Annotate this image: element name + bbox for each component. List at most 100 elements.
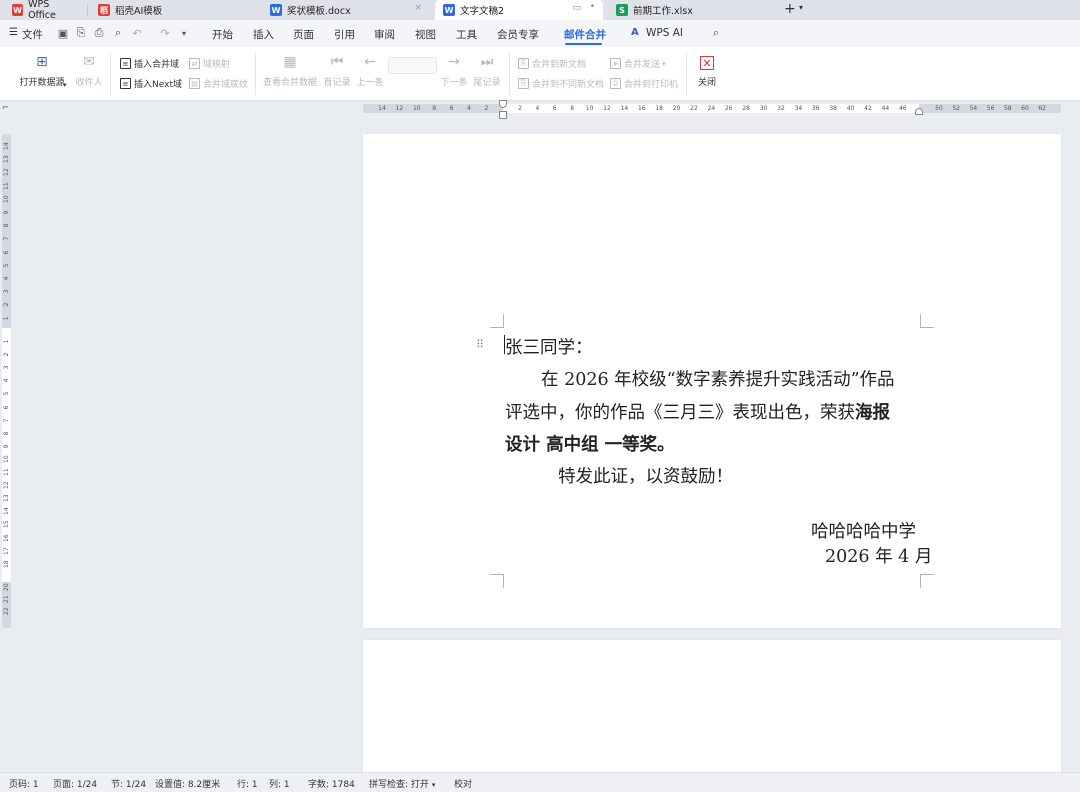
ruler-tick-label: 50 — [935, 105, 943, 112]
status-column[interactable]: 列: 1 — [269, 777, 290, 790]
ruler-tick-label: 14 — [378, 105, 386, 112]
ruler-tick-label: 2 — [518, 105, 522, 112]
export-icon[interactable]: ⎘ — [74, 26, 88, 40]
tab-docer-ai[interactable]: 稻 稻壳AI模板 — [90, 0, 258, 20]
merge-to-separate-docs-button[interactable]: ⎘ 合并到不同新文档 — [518, 77, 604, 90]
field-mapping-button[interactable]: ⇄ 域映射 — [189, 57, 230, 70]
chevron-down-icon[interactable]: ▾ — [177, 26, 191, 40]
award-category-bold: 海报 — [855, 403, 890, 423]
ruler-tick-label: 28 — [742, 105, 751, 112]
chevron-down-icon[interactable]: ▾ — [63, 81, 67, 89]
last-record-icon: ⏭ — [480, 54, 494, 70]
status-page-number[interactable]: 页码: 1 — [9, 777, 39, 790]
search-icon[interactable]: ⌕ — [709, 26, 723, 40]
status-word-count[interactable]: 字数: 1784 — [308, 777, 355, 790]
ribbon-separator — [686, 53, 687, 95]
drag-handle-icon[interactable]: ⠿ — [476, 338, 484, 351]
body-line-3-award[interactable]: 设计 高中组 一等奖。 — [505, 431, 675, 456]
body-line-1[interactable]: 在 2026 年校级“数字素养提升实践活动”作品 — [541, 366, 895, 391]
issue-date[interactable]: 2026 年 4 月 — [825, 543, 932, 568]
last-record-button[interactable]: ⏭ 尾记录 — [473, 53, 501, 88]
close-mail-merge-button[interactable]: ✕ 关闭 — [695, 53, 719, 88]
close-icon[interactable]: × — [414, 3, 422, 13]
status-section[interactable]: 节: 1/24 — [111, 777, 146, 790]
left-indent-marker[interactable] — [499, 111, 507, 119]
ruler-tick-label: 12 — [395, 105, 404, 112]
school-signature[interactable]: 哈哈哈哈中学 — [811, 518, 916, 543]
tab-award-template[interactable]: W 奖状模板.docx × — [262, 0, 430, 20]
print-icon[interactable]: ⎙ — [92, 26, 106, 40]
status-proofread[interactable]: 校对 — [454, 777, 472, 790]
datasource-icon: ⊞ — [36, 54, 48, 70]
menu-view[interactable]: 视图 — [415, 27, 436, 42]
tab-stop-icon[interactable]: ⌐ — [2, 103, 9, 112]
menu-file[interactable]: 文件 — [22, 27, 43, 42]
first-record-button[interactable]: ⏮ 首记录 — [323, 53, 351, 88]
chevron-down-icon[interactable]: ▾ — [799, 3, 803, 12]
field-shading-button[interactable]: ▤ 合并域底纹 — [189, 77, 248, 90]
tab-document2[interactable]: W 文字文稿2 ▭ • — [435, 0, 603, 20]
hamburger-menu-icon[interactable]: ☰ — [9, 27, 18, 38]
body-line-2[interactable]: 评选中，你的作品《三月三》表现出色，荣获海报 — [505, 399, 890, 424]
recipients-button[interactable]: ✉ 收件人 — [75, 53, 103, 88]
prev-record-button[interactable]: ← 上一条 — [356, 53, 384, 88]
menu-start[interactable]: 开始 — [212, 27, 233, 42]
monitor-icon[interactable]: ▭ — [572, 3, 581, 13]
ribbon-separator — [110, 53, 111, 95]
greeting-line[interactable]: 张三同学： — [505, 334, 593, 359]
active-menu-indicator — [565, 43, 602, 45]
ruler-tick-label: 36 — [811, 105, 820, 112]
merge-send-button[interactable]: ➤ 合并发送 ▾ — [610, 57, 666, 70]
status-row[interactable]: 行: 1 — [237, 777, 258, 790]
document-page-2[interactable] — [363, 640, 1061, 780]
merge-to-printer-button[interactable]: ⎙ 合并到打印机 — [610, 77, 678, 90]
view-merged-data-button[interactable]: ▦ 查看合并数据 — [263, 53, 317, 88]
open-datasource-button[interactable]: ⊞ 打开数据源 — [17, 53, 67, 88]
status-pages[interactable]: 页面: 1/24 — [53, 777, 97, 790]
print-preview-icon[interactable]: ⌕ — [111, 26, 125, 40]
record-number-input[interactable] — [388, 57, 437, 74]
undo-icon[interactable]: ↶ — [130, 26, 144, 40]
menu-tools[interactable]: 工具 — [456, 27, 477, 42]
ruler-tick-label: 4 — [535, 105, 540, 112]
tab-bar: W WPS Office 稻 稻壳AI模板 W 奖状模板.docx × W 文字… — [0, 0, 1080, 21]
ribbon-separator — [255, 53, 256, 95]
shading-icon: ▤ — [189, 78, 200, 89]
crop-mark — [920, 314, 934, 328]
status-setting[interactable]: 设置值: 8.2厘米 — [155, 777, 220, 790]
tab-wps-office[interactable]: W WPS Office — [4, 0, 84, 21]
ruler-tick-label: 9 — [3, 210, 10, 215]
first-record-icon: ⏮ — [330, 54, 344, 70]
field-shading-label: 合并域底纹 — [203, 80, 249, 90]
menu-wps-ai[interactable]: WPS AI — [646, 27, 683, 39]
ruler-tick-label: 20 — [672, 105, 681, 112]
ruler-tick-label: 24 — [707, 105, 716, 112]
merge-to-separate-docs-label: 合并到不同新文档 — [532, 80, 605, 90]
crop-mark — [490, 314, 504, 328]
insert-merge-field-button[interactable]: ≡ 插入合并域 — [120, 57, 179, 70]
next-record-button[interactable]: → 下一条 — [440, 53, 468, 88]
menu-insert[interactable]: 插入 — [253, 27, 274, 42]
insert-next-field-button[interactable]: ≡ 插入Next域 — [120, 77, 182, 90]
menu-page[interactable]: 页面 — [293, 27, 314, 42]
merge-send-label: 合并发送 — [624, 60, 661, 70]
view-merged-data-label: 查看合并数据 — [263, 78, 318, 88]
ruler-tick-label: 7 — [3, 236, 10, 241]
tab-prework-sheet[interactable]: S 前期工作.xlsx — [608, 0, 776, 20]
merge-to-new-doc-button[interactable]: ⎘ 合并到新文档 — [518, 57, 586, 70]
body-line-4[interactable]: 特发此证，以资鼓励！ — [558, 463, 733, 488]
menu-references[interactable]: 引用 — [334, 27, 355, 42]
menu-review[interactable]: 审阅 — [374, 27, 395, 42]
ruler-tick-label: 46 — [898, 105, 907, 112]
ruler-tick-label: 8 — [3, 431, 10, 436]
save-icon[interactable]: ▣ — [56, 26, 70, 40]
ruler-tick-label: 18 — [655, 105, 664, 112]
menu-mail-merge[interactable]: 邮件合并 — [564, 27, 606, 42]
unsaved-dot-icon[interactable]: • — [590, 2, 595, 12]
menu-member[interactable]: 会员专享 — [497, 27, 539, 42]
new-tab-button[interactable]: + — [784, 1, 796, 17]
status-spell-check[interactable]: 拼写检查: 打开 ▾ — [369, 777, 435, 790]
first-line-indent-marker[interactable] — [499, 100, 507, 108]
redo-icon[interactable]: ↷ — [158, 26, 172, 40]
right-indent-marker[interactable] — [915, 108, 923, 115]
